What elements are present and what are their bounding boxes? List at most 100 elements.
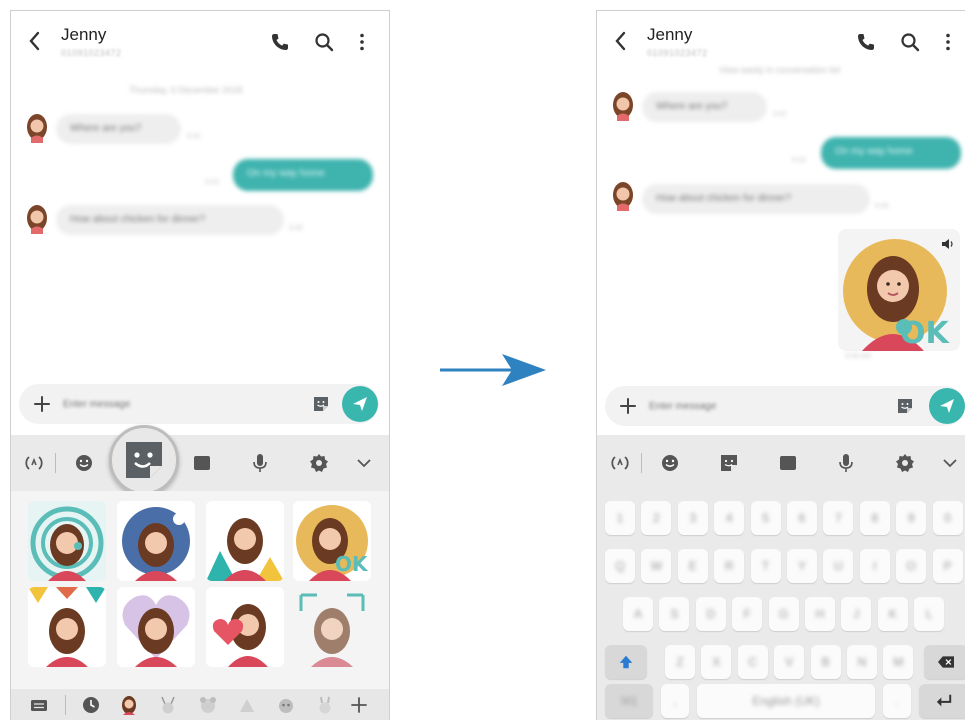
key-v[interactable]: V	[774, 645, 805, 679]
key-i[interactable]: I	[859, 549, 890, 583]
more-options-button[interactable]	[937, 31, 959, 53]
key-h[interactable]: H	[805, 597, 835, 631]
incoming-message-bubble[interactable]: How about chicken for dinner?	[56, 205, 284, 235]
toolbar-voice-button[interactable]	[835, 452, 857, 474]
toolbar-emoji-button[interactable]	[73, 452, 95, 474]
key-o[interactable]: O	[896, 549, 927, 583]
key-w[interactable]: W	[641, 549, 672, 583]
key-x[interactable]: X	[701, 645, 732, 679]
key-9[interactable]: 9	[896, 501, 927, 535]
key-d[interactable]: D	[695, 597, 726, 631]
ar-emoji-sticker[interactable]	[117, 673, 195, 689]
tab-animal[interactable]	[198, 695, 218, 715]
key-e[interactable]: E	[677, 549, 708, 583]
ar-emoji-sticker-ok[interactable]: OK	[293, 501, 371, 581]
comma-key[interactable]: ,	[661, 684, 689, 718]
tab-recent[interactable]	[81, 695, 101, 715]
more-options-button[interactable]	[351, 31, 373, 53]
outgoing-message-bubble[interactable]: On my way home	[821, 137, 961, 169]
ar-emoji-sticker-kiss[interactable]	[206, 587, 284, 667]
key-b[interactable]: B	[810, 645, 841, 679]
outgoing-message-bubble[interactable]: On my way home	[233, 159, 373, 191]
toolbar-collapse-button[interactable]	[939, 452, 961, 474]
incoming-message-bubble[interactable]: Where are you?	[56, 114, 181, 144]
toolbar-sticker-button[interactable]	[718, 452, 740, 474]
key-y[interactable]: Y	[787, 549, 817, 583]
toolbar-collapse-button[interactable]	[353, 452, 375, 474]
tab-add-stickers[interactable]	[349, 695, 369, 715]
key-0[interactable]: 0	[932, 501, 963, 535]
shift-key[interactable]	[605, 645, 647, 679]
toolbar-emoji-button[interactable]	[659, 452, 681, 474]
search-button[interactable]	[313, 31, 335, 53]
key-f[interactable]: F	[732, 597, 763, 631]
sticker-button[interactable]	[895, 396, 915, 416]
backspace-key[interactable]	[924, 645, 965, 679]
key-r[interactable]: R	[714, 549, 745, 583]
send-button[interactable]	[929, 388, 965, 424]
ar-emoji-sticker[interactable]	[206, 673, 284, 689]
key-m[interactable]: M	[883, 645, 914, 679]
tab-animal[interactable]	[276, 695, 296, 715]
toolbar-settings-button[interactable]	[894, 452, 916, 474]
ar-emoji-sticker-party[interactable]	[28, 587, 106, 667]
period-key[interactable]: .	[883, 684, 911, 718]
key-1[interactable]: 1	[605, 501, 635, 535]
toolbar-sync-button[interactable]	[23, 452, 45, 474]
key-a[interactable]: A	[623, 597, 653, 631]
key-6[interactable]: 6	[787, 501, 817, 535]
key-4[interactable]: 4	[714, 501, 745, 535]
key-c[interactable]: C	[737, 645, 768, 679]
tab-animal[interactable]	[315, 695, 335, 715]
ar-emoji-sticker[interactable]	[293, 673, 371, 689]
toolbar-sync-button[interactable]	[609, 452, 631, 474]
ar-emoji-sticker-blue-bg[interactable]	[117, 501, 195, 581]
tab-ar-emoji[interactable]	[119, 695, 139, 715]
speaker-icon[interactable]	[941, 237, 955, 249]
key-k[interactable]: K	[877, 597, 908, 631]
key-u[interactable]: U	[823, 549, 854, 583]
key-g[interactable]: G	[768, 597, 799, 631]
toolbar-gif-button[interactable]	[777, 452, 799, 474]
toolbar-settings-button[interactable]	[308, 452, 330, 474]
key-2[interactable]: 2	[641, 501, 672, 535]
back-button[interactable]	[611, 29, 631, 53]
ar-emoji-sticker-wave[interactable]	[293, 587, 371, 667]
toolbar-voice-button[interactable]	[249, 452, 271, 474]
attach-button[interactable]	[31, 393, 53, 415]
call-button[interactable]	[269, 31, 291, 53]
key-p[interactable]: P	[932, 549, 963, 583]
sticker-button[interactable]	[311, 394, 331, 414]
tab-keyboard[interactable]	[29, 695, 49, 715]
send-button[interactable]	[342, 386, 378, 422]
key-s[interactable]: S	[659, 597, 690, 631]
key-l[interactable]: L	[914, 597, 945, 631]
space-key[interactable]: English (UK)	[697, 684, 875, 718]
key-n[interactable]: N	[847, 645, 877, 679]
toolbar-sticker-button-highlighted[interactable]	[109, 425, 179, 495]
key-t[interactable]: T	[750, 549, 781, 583]
tab-animal[interactable]	[237, 695, 257, 715]
ar-emoji-sticker-crying[interactable]	[28, 501, 106, 581]
key-8[interactable]: 8	[859, 501, 890, 535]
enter-key[interactable]	[919, 684, 965, 718]
key-5[interactable]: 5	[750, 501, 781, 535]
ar-emoji-sticker[interactable]	[28, 673, 106, 689]
ar-emoji-sticker-shrug[interactable]	[206, 501, 284, 581]
ar-emoji-sticker-heart[interactable]	[117, 587, 195, 667]
attach-button[interactable]	[617, 395, 639, 417]
back-button[interactable]	[25, 29, 45, 53]
symbols-key[interactable]: !#1	[605, 684, 653, 718]
incoming-message-bubble[interactable]: How about chicken for dinner?	[642, 184, 870, 214]
search-button[interactable]	[899, 31, 921, 53]
key-3[interactable]: 3	[677, 501, 708, 535]
key-j[interactable]: J	[841, 597, 872, 631]
key-7[interactable]: 7	[823, 501, 854, 535]
incoming-message-bubble[interactable]: Where are you?	[642, 92, 767, 122]
message-input[interactable]	[63, 394, 283, 414]
key-q[interactable]: Q	[605, 549, 635, 583]
tab-animal[interactable]	[158, 695, 178, 715]
toolbar-gif-button[interactable]	[191, 452, 213, 474]
key-z[interactable]: Z	[665, 645, 695, 679]
call-button[interactable]	[855, 31, 877, 53]
